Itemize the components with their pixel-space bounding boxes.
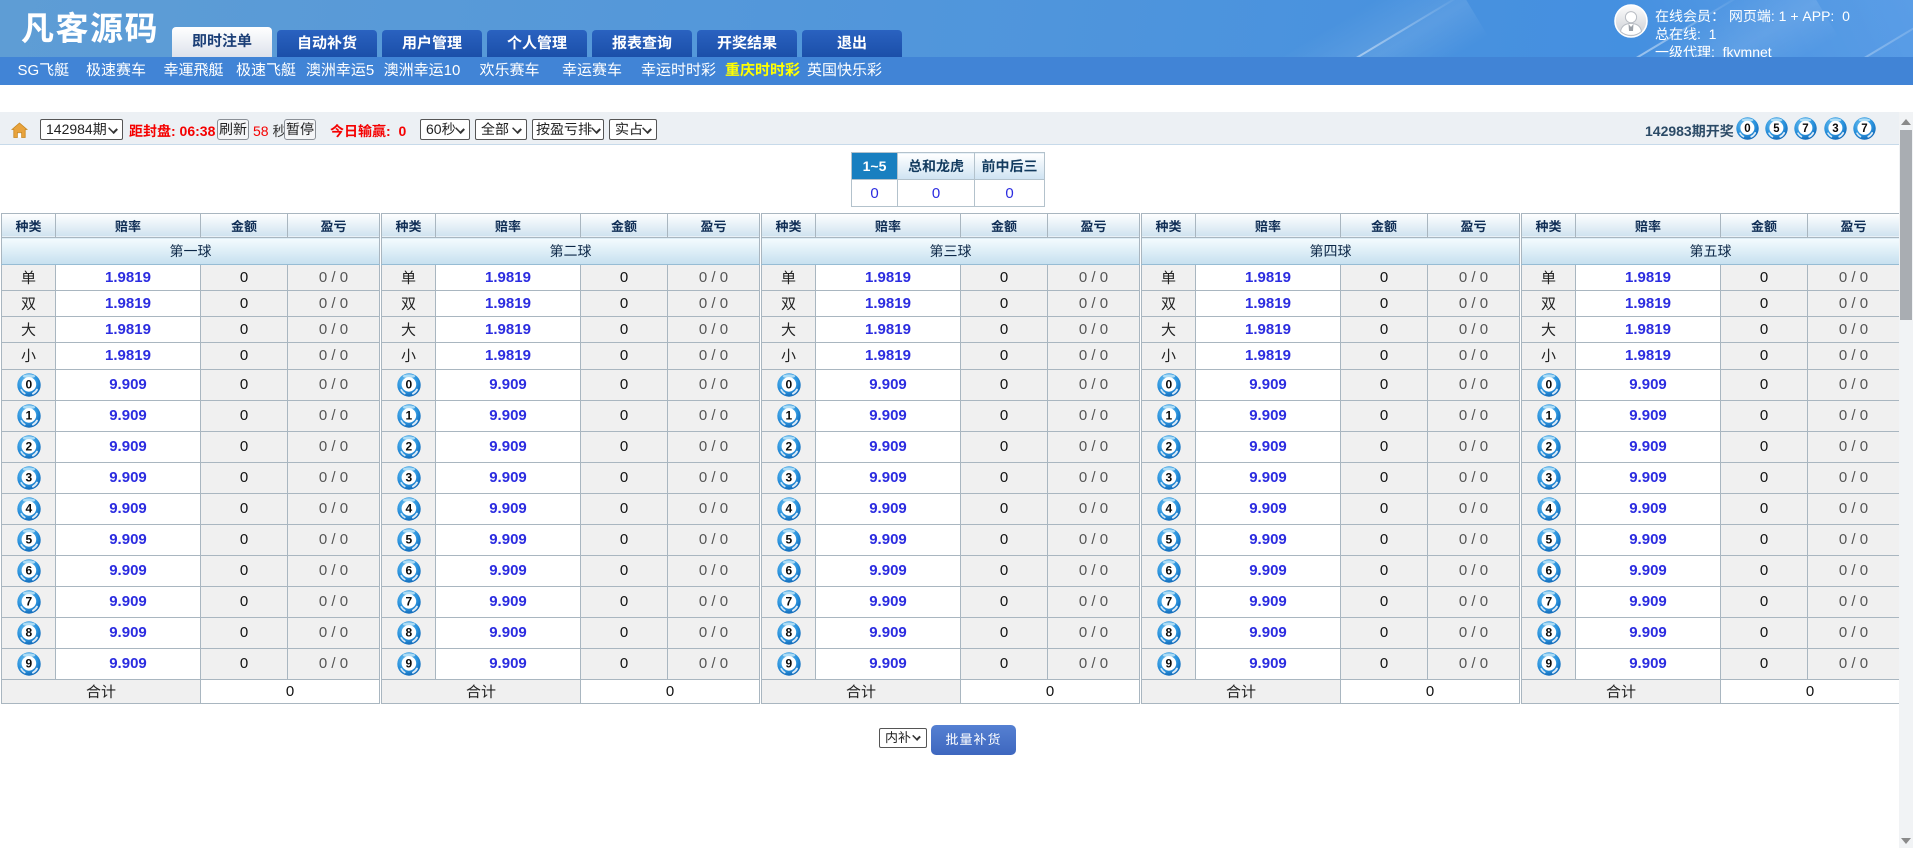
svg-text:2: 2 [405,439,412,453]
svg-text:0: 0 [25,377,32,391]
svg-text:2: 2 [1545,439,1552,453]
svg-text:4: 4 [405,501,412,515]
svg-text:7: 7 [25,594,32,608]
svg-text:4: 4 [1165,501,1172,515]
svg-text:8: 8 [1545,625,1552,639]
svg-text:4: 4 [25,501,32,515]
svg-text:6: 6 [1545,563,1552,577]
svg-text:7: 7 [1861,123,1867,135]
svg-text:6: 6 [785,563,792,577]
svg-text:9: 9 [1165,656,1172,670]
svg-text:2: 2 [1165,439,1172,453]
svg-text:3: 3 [1545,470,1552,484]
svg-text:2: 2 [25,439,32,453]
svg-text:7: 7 [785,594,792,608]
svg-text:8: 8 [405,625,412,639]
svg-text:1: 1 [1165,408,1172,422]
svg-text:9: 9 [1545,656,1552,670]
svg-text:3: 3 [1165,470,1172,484]
svg-text:5: 5 [785,532,792,546]
svg-text:7: 7 [1165,594,1172,608]
svg-text:4: 4 [785,501,792,515]
svg-text:5: 5 [1773,123,1780,135]
svg-text:9: 9 [785,656,792,670]
svg-text:1: 1 [25,408,32,422]
svg-text:1: 1 [785,408,792,422]
svg-text:5: 5 [405,532,412,546]
svg-text:7: 7 [1545,594,1552,608]
svg-text:3: 3 [25,470,32,484]
svg-text:8: 8 [785,625,792,639]
svg-text:6: 6 [25,563,32,577]
svg-text:1: 1 [1545,408,1552,422]
svg-text:5: 5 [1165,532,1172,546]
svg-text:3: 3 [405,470,412,484]
svg-text:8: 8 [25,625,32,639]
svg-text:0: 0 [785,377,792,391]
svg-text:0: 0 [1545,377,1552,391]
svg-text:1: 1 [405,408,412,422]
svg-text:3: 3 [785,470,792,484]
svg-text:7: 7 [1803,123,1809,135]
svg-text:0: 0 [1744,123,1750,135]
svg-text:5: 5 [25,532,32,546]
svg-text:3: 3 [1832,123,1838,135]
svg-text:0: 0 [1165,377,1172,391]
svg-text:0: 0 [405,377,412,391]
svg-text:8: 8 [1165,625,1172,639]
svg-text:6: 6 [1165,563,1172,577]
svg-text:9: 9 [405,656,412,670]
svg-text:7: 7 [405,594,412,608]
svg-text:4: 4 [1545,501,1552,515]
svg-text:2: 2 [785,439,792,453]
svg-text:5: 5 [1545,532,1552,546]
svg-text:6: 6 [405,563,412,577]
svg-text:9: 9 [25,656,32,670]
